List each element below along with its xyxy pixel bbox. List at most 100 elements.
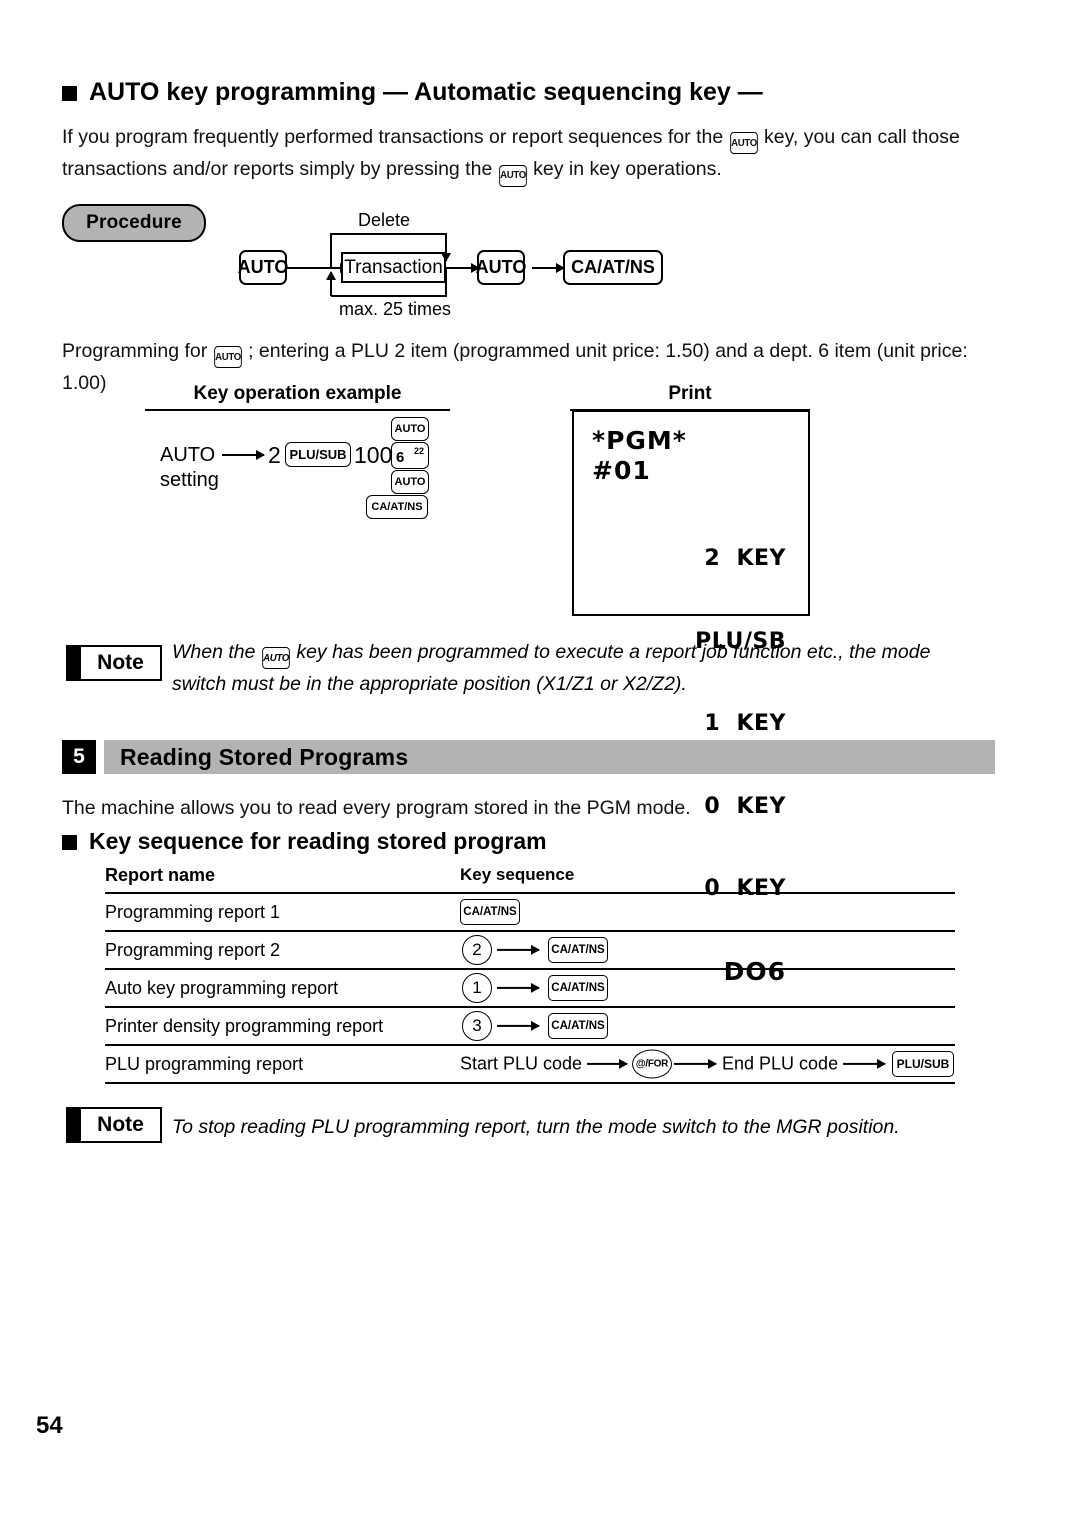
note-2-badge: Note — [66, 1107, 162, 1143]
cash-key-label: CA/AT/NS — [551, 982, 605, 994]
section-5-description: The machine allows you to read every pro… — [62, 797, 691, 819]
section-5-number-label: 5 — [73, 745, 85, 768]
page-number: 54 — [36, 1412, 63, 1439]
auto-key-icon: AUTO — [262, 647, 290, 670]
section-5-title-bar: Reading Stored Programs — [104, 740, 995, 774]
at-for-key: @/FOR — [632, 1049, 672, 1079]
square-bullet-icon — [62, 86, 77, 101]
end-plu-code-label: End PLU code — [722, 1053, 839, 1074]
cash-key: CA/AT/NS — [548, 1013, 608, 1039]
cash-key: CA/AT/NS — [460, 899, 520, 925]
diagram-arrow-to-cash-key — [532, 266, 564, 269]
example-cash-key: CA/AT/NS — [366, 495, 428, 519]
numeric-key-circle: 2 — [462, 935, 492, 965]
intro-paragraph: If you program frequently performed tran… — [62, 122, 997, 187]
diagram-auto-key-2: AUTO — [476, 250, 526, 285]
table-row: Programming report 2 2 CA/AT/NS — [105, 932, 955, 970]
at-for-key-label: @/FOR — [635, 1058, 669, 1070]
sequence-arrow — [587, 1062, 627, 1066]
note-1-bar — [68, 647, 81, 679]
example-plusub-key-label: PLU/SUB — [289, 447, 347, 462]
table-row: Auto key programming report 1 CA/AT/NS — [105, 970, 955, 1008]
table-row: Programming report 1 CA/AT/NS — [105, 894, 955, 932]
row-report-name: Programming report 1 — [105, 901, 281, 922]
diagram-delete-loop-top — [330, 233, 447, 236]
receipt-title: *PGM* — [592, 426, 687, 455]
row-report-name: PLU programming report — [105, 1053, 304, 1074]
table-row: Printer density programming report 3 CA/… — [105, 1008, 955, 1046]
auto-key-icon: AUTO — [729, 132, 758, 155]
print-header: Print — [570, 383, 810, 411]
row-key-sequence: 1 CA/AT/NS — [460, 970, 955, 1006]
intro-text-part-3: key in key operations. — [533, 158, 722, 181]
numeric-key-circle-label: 2 — [472, 940, 482, 959]
example-auto-key-bottom: AUTO — [391, 470, 429, 494]
procedure-badge: Procedure — [62, 204, 206, 242]
diagram-label-delete: Delete — [358, 210, 411, 230]
note-1-label: Note — [97, 651, 144, 674]
receipt-line: 1 KEY — [704, 711, 786, 736]
diagram-transaction-label: Transaction — [344, 256, 443, 278]
note-2-text: To stop reading PLU programming report, … — [172, 1116, 900, 1138]
table-row: PLU programming report Start PLU code @/… — [105, 1046, 955, 1084]
row-key-sequence: 3 CA/AT/NS — [460, 1008, 955, 1044]
numeric-key-circle: 3 — [462, 1011, 492, 1041]
diagram-label-max-times: max. 25 times — [339, 299, 452, 319]
sequence-arrow — [497, 1024, 539, 1028]
diagram-repeat-loop-bottom — [331, 295, 447, 298]
receipt-line: 2 KEY — [704, 546, 786, 571]
section-5-number-badge: 5 — [62, 740, 96, 774]
example-digit-100: 100 — [354, 442, 393, 468]
note-2-label: Note — [97, 1113, 144, 1136]
cash-key: CA/AT/NS — [548, 975, 608, 1001]
row-key-sequence: Start PLU code @/FOR End PLU code PLU/SU… — [460, 1046, 955, 1082]
procedure-badge-label: Procedure — [86, 212, 182, 233]
numeric-key-circle-label: 1 — [472, 978, 482, 997]
key-sequence-subheading: Key sequence for reading stored program — [62, 828, 547, 855]
auto-key-programming-heading-label: AUTO key programming — Automatic sequenc… — [89, 78, 763, 106]
row-key-sequence: 2 CA/AT/NS — [460, 932, 955, 968]
diagram-repeat-loop-left-arrow — [330, 272, 333, 296]
note-1-text: When the AUTO key has been programmed to… — [172, 637, 982, 699]
example-auto-key-bottom-label: AUTO — [394, 476, 426, 488]
example-cash-key-label: CA/AT/NS — [371, 501, 423, 513]
note-1-badge: Note — [66, 645, 162, 681]
plusub-key: PLU/SUB — [892, 1051, 954, 1077]
auto-setting-label: AUTO setting — [160, 443, 219, 493]
sequence-arrow — [843, 1062, 885, 1066]
start-plu-code-label: Start PLU code — [460, 1053, 583, 1074]
note-2-bar — [68, 1109, 81, 1141]
intro-text-part-1: If you program frequently performed tran… — [62, 126, 724, 148]
diagram-repeat-loop-right — [445, 267, 448, 297]
row-report-name: Auto key programming report — [105, 977, 339, 998]
programming-for-text-part-1: Programming for — [62, 340, 208, 362]
diagram-auto-key-1-label: AUTO — [237, 257, 289, 277]
numeric-key-circle: 1 — [462, 973, 492, 1003]
diagram-auto-key-1: AUTO — [237, 250, 289, 285]
example-plusub-key: PLU/SUB — [285, 442, 351, 467]
row-key-sequence: CA/AT/NS — [460, 894, 955, 930]
auto-setting-arrow — [222, 454, 264, 457]
print-sample-receipt: *PGM* #01 2 KEY PLU/SB 1 KEY 0 KEY 0 KEY… — [572, 410, 810, 985]
key-sequence-subheading-label: Key sequence for reading stored program — [89, 828, 547, 854]
example-digit-2: 2 — [268, 442, 281, 468]
column-header-key-sequence: Key sequence — [460, 865, 955, 885]
example-dept-key-main-label: 6 — [396, 449, 405, 466]
plusub-key-label: PLU/SUB — [896, 1057, 950, 1071]
sequence-arrow — [497, 986, 539, 990]
example-dept-key-superscript-label: 22 — [413, 446, 424, 456]
key-sequence-table: Report name Key sequence Programming rep… — [105, 865, 955, 1084]
column-header-report-name: Report name — [105, 865, 216, 885]
sequence-arrow — [674, 1062, 716, 1066]
cash-key-label: CA/AT/NS — [551, 1020, 605, 1032]
square-bullet-icon — [62, 835, 77, 850]
diagram-delete-loop-right-arrow — [445, 233, 448, 261]
diagram-line-auto-to-branch — [287, 266, 331, 269]
key-operation-example-header: Key operation example — [145, 383, 450, 411]
sequence-arrow — [497, 948, 539, 952]
receipt-header: *PGM* #01 — [592, 426, 687, 486]
diagram-transaction-box: Transaction — [341, 252, 446, 283]
numeric-key-circle-label: 3 — [472, 1016, 482, 1035]
diagram-delete-loop-left — [330, 233, 333, 267]
cash-key-label: CA/AT/NS — [463, 906, 517, 918]
